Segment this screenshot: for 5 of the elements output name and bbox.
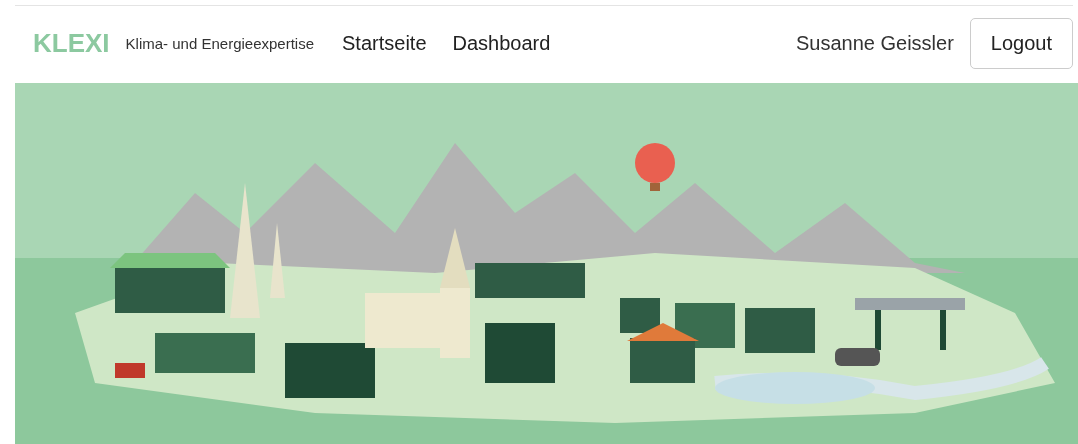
nav-link[interactable]: Startseite: [332, 32, 433, 55]
nav-link[interactable]: Dashboard: [442, 32, 557, 55]
user-name: Susanne Geissler: [795, 32, 954, 55]
logout-button[interactable]: Logout: [969, 18, 1073, 69]
tagline: Klima- und Energieexpertise: [125, 35, 314, 52]
